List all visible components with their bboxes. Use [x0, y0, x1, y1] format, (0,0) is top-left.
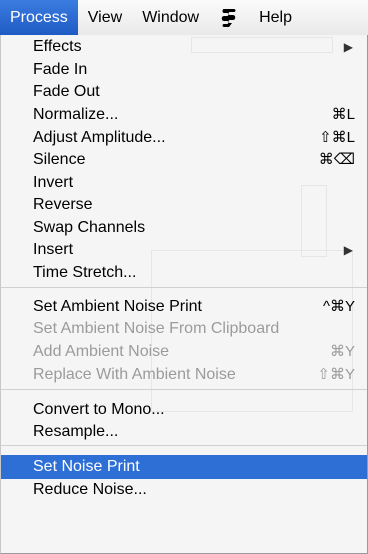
submenu-arrow-icon: ▶ [343, 40, 353, 54]
menu-item-shortcut: ⌘L [331, 106, 355, 123]
menu-item-reverse[interactable]: Reverse [1, 193, 367, 217]
menu-item-label: Reverse [33, 196, 93, 213]
menu-window[interactable]: Window [132, 0, 209, 35]
menu-item-effects[interactable]: Effects ▶ [1, 35, 367, 59]
menu-item-label: Effects [33, 38, 82, 55]
process-menu: Effects ▶ Fade In Fade Out Normalize... ⌘L Adj… [0, 35, 368, 554]
menu-item-shortcut: ⇧⌘Y [317, 366, 355, 383]
menu-view[interactable]: View [78, 0, 132, 35]
menu-item-time-stretch[interactable]: Time Stretch... [1, 261, 367, 285]
menu-item-resample[interactable]: Resample... [1, 420, 367, 444]
menu-item-adjust-amplitude[interactable]: Adjust Amplitude... ⇧⌘L [1, 126, 367, 150]
menu-item-label: Swap Channels [33, 219, 146, 236]
menu-separator [1, 445, 367, 446]
menu-item-reduce-noise[interactable]: Reduce Noise... [1, 478, 367, 502]
menu-item-fade-in[interactable]: Fade In [1, 58, 367, 82]
menu-separator [1, 389, 367, 390]
menu-process[interactable]: Process [0, 0, 78, 35]
menu-item-add-ambient-noise: Add Ambient Noise ⌘Y [1, 340, 367, 364]
menu-item-shortcut: ⇧⌘L [319, 129, 355, 146]
menu-item-shortcut: ⌘Y [329, 343, 355, 360]
menu-item-label: Set Noise Print [33, 458, 140, 475]
menu-item-label: Silence [33, 151, 86, 168]
menu-item-label: Adjust Amplitude... [33, 129, 166, 146]
menu-item-label: Reduce Noise... [33, 481, 147, 498]
menu-item-label: Normalize... [33, 106, 119, 123]
menu-item-normalize[interactable]: Normalize... ⌘L [1, 103, 367, 127]
menu-item-replace-with-ambient-noise: Replace With Ambient Noise ⇧⌘Y [1, 363, 367, 387]
menu-item-label: Replace With Ambient Noise [33, 366, 236, 383]
menu-item-invert[interactable]: Invert [1, 171, 367, 195]
menu-help[interactable]: Help [249, 0, 302, 35]
menu-item-label: Invert [33, 174, 74, 191]
menu-item-label: Resample... [33, 423, 119, 440]
menu-item-insert[interactable]: Insert ▶ [1, 238, 367, 262]
submenu-arrow-icon: ▶ [343, 243, 353, 257]
menu-item-swap-channels[interactable]: Swap Channels [1, 216, 367, 240]
menu-item-convert-to-mono[interactable]: Convert to Mono... [1, 398, 367, 422]
script-icon[interactable] [209, 0, 249, 35]
menu-item-label: Insert [33, 241, 74, 258]
menu-item-set-noise-print[interactable]: Set Noise Print [1, 455, 367, 479]
menu-item-label: Time Stretch... [33, 264, 137, 281]
menu-item-label: Fade In [33, 61, 88, 78]
menu-item-silence[interactable]: Silence ⌘⌫ [1, 148, 367, 172]
menu-item-label: Set Ambient Noise Print [33, 298, 202, 315]
menu-item-fade-out[interactable]: Fade Out [1, 80, 367, 104]
menu-item-set-ambient-noise-from-clipboard: Set Ambient Noise From Clipboard [1, 317, 367, 341]
menu-separator [1, 287, 367, 288]
menu-item-set-ambient-noise-print[interactable]: Set Ambient Noise Print ^⌘Y [1, 295, 367, 319]
menu-bar: Process View Window Help [0, 0, 368, 36]
menu-item-label: Fade Out [33, 83, 100, 100]
menu-item-label: Add Ambient Noise [33, 343, 170, 360]
menu-item-label: Convert to Mono... [33, 401, 165, 418]
menu-item-label: Set Ambient Noise From Clipboard [33, 320, 280, 337]
menu-item-shortcut: ^⌘Y [322, 298, 355, 315]
menu-item-shortcut: ⌘⌫ [318, 151, 355, 168]
